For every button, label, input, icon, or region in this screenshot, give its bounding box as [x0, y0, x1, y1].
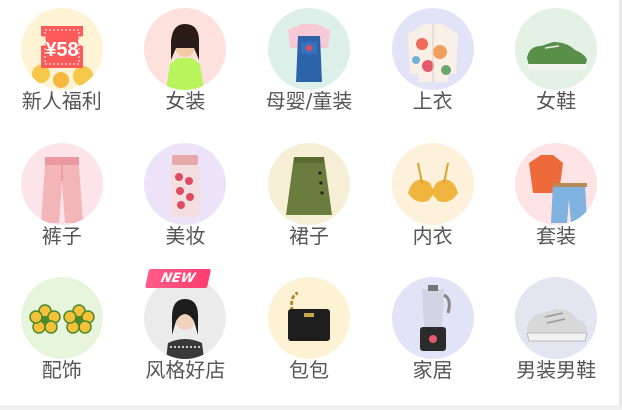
category-item-womens-clothing[interactable]: 女装: [124, 0, 248, 135]
category-item-home[interactable]: 家居: [371, 269, 495, 404]
womens-shoe-icon: [515, 8, 598, 90]
category-item-bags[interactable]: 包包: [247, 269, 371, 404]
category-label: 配饰: [41, 358, 82, 383]
bottom-divider: [0, 405, 622, 410]
pants-icon: [20, 142, 103, 225]
category-label: 美妆: [165, 223, 206, 248]
category-label: 裤子: [41, 223, 82, 248]
category-item-outfits[interactable]: 套装: [494, 135, 618, 270]
category-item-accessories[interactable]: 配饰: [0, 269, 124, 404]
category-label: 新人福利: [21, 89, 102, 113]
new-badge: NEW: [145, 269, 212, 289]
bra-icon: [391, 142, 474, 225]
category-item-womens-shoes[interactable]: 女鞋: [494, 0, 618, 135]
category-item-skirts[interactable]: 裙子: [247, 135, 371, 270]
kids-clothing-icon: [267, 8, 350, 90]
category-label: 家居: [412, 358, 453, 383]
style-store-icon: [144, 277, 227, 360]
skirt-icon: [267, 142, 350, 225]
home-appliance-icon: [391, 277, 474, 360]
category-item-style-stores[interactable]: NEW 风格好店: [124, 269, 248, 404]
category-label: 裙子: [288, 223, 329, 248]
category-item-new-user-benefits[interactable]: ¥58 新人福利: [0, 0, 124, 135]
accessory-icon: [20, 277, 103, 360]
category-label: 套装: [536, 223, 577, 248]
cosmetics-icon: [144, 142, 227, 225]
category-label: 风格好店: [145, 358, 226, 383]
category-item-kids-clothing[interactable]: 母婴/童装: [247, 0, 371, 135]
category-label: 母婴/童装: [265, 89, 353, 113]
category-label: 女装: [165, 89, 206, 113]
category-item-mens[interactable]: 男装男鞋: [494, 269, 618, 404]
category-label: 上衣: [412, 89, 453, 113]
category-label: 女鞋: [536, 89, 577, 113]
category-item-pants[interactable]: 裤子: [0, 135, 124, 270]
womens-clothing-icon: [144, 8, 227, 90]
category-item-underwear[interactable]: 内衣: [371, 135, 495, 270]
bag-icon: [267, 277, 350, 360]
category-label: 内衣: [412, 223, 453, 248]
category-grid: ¥58 新人福利 女装 母婴/童装 上衣 女鞋 裤子 美妆 裙子 内衣 套装 配…: [0, 0, 618, 404]
category-item-cosmetics[interactable]: 美妆: [124, 135, 248, 270]
category-label: 男装男鞋: [516, 358, 597, 383]
outfit-icon: [515, 142, 598, 225]
category-item-tops[interactable]: 上衣: [371, 0, 495, 135]
category-label: 包包: [288, 358, 329, 383]
mens-shoe-icon: [515, 277, 598, 360]
coupon-amount: ¥58: [45, 39, 78, 61]
coupon-icon: ¥58: [20, 8, 103, 90]
shirt-icon: [391, 8, 474, 90]
